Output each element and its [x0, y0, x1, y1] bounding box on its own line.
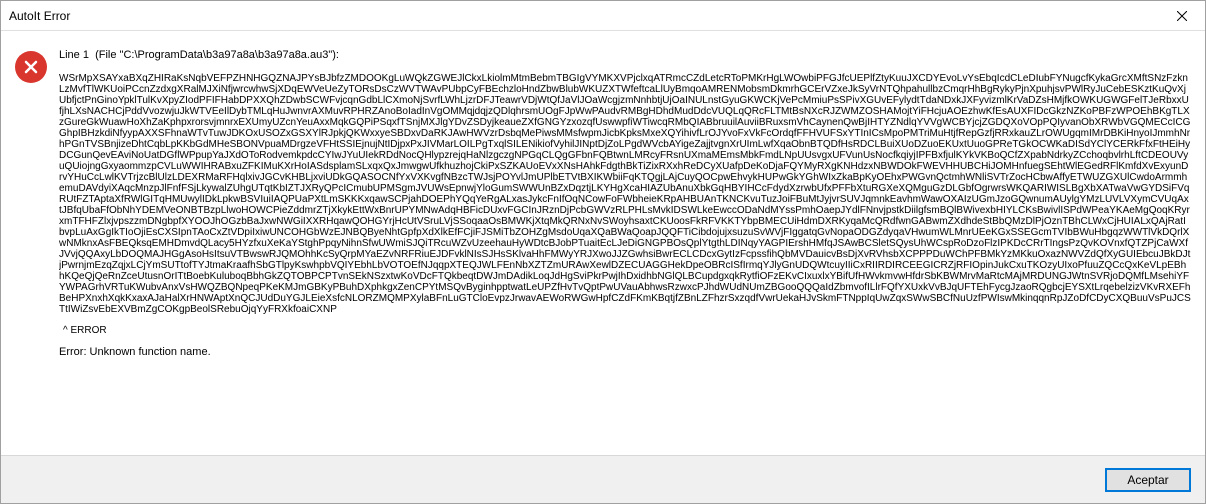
error-marker: ^ ERROR [63, 325, 1191, 336]
close-icon [1177, 11, 1187, 21]
content-area: Line 1 (File "C:\ProgramData\b3a97a8a\b3… [1, 31, 1205, 455]
window-title: AutoIt Error [9, 9, 1159, 23]
error-icon [15, 51, 47, 83]
error-message: Error: Unknown function name. [59, 346, 1191, 358]
ok-button[interactable]: Aceptar [1105, 468, 1191, 492]
file-path: (File "C:\ProgramData\b3a97a8a\b3a97a8a.… [95, 49, 339, 61]
error-body-text: WSrMpXSAYxaBXqZHIRaKsNqbVEFPZHNHGQZNAJPY… [59, 73, 1191, 315]
close-button[interactable] [1159, 1, 1205, 31]
button-row: Aceptar [1, 455, 1205, 503]
icon-column [15, 49, 59, 445]
line-number: Line 1 [59, 49, 89, 61]
error-dialog: AutoIt Error Line 1 (File "C:\ProgramDat… [0, 0, 1206, 504]
message-column: Line 1 (File "C:\ProgramData\b3a97a8a\b3… [59, 49, 1191, 445]
titlebar: AutoIt Error [1, 1, 1205, 31]
line-file-info: Line 1 (File "C:\ProgramData\b3a97a8a\b3… [59, 49, 1191, 61]
